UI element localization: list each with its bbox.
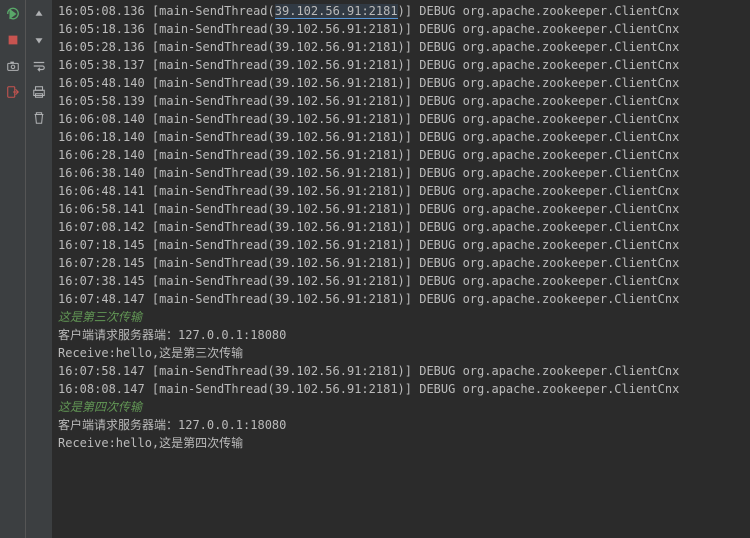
- rerun-icon: [6, 7, 20, 21]
- rerun-button[interactable]: [3, 4, 23, 24]
- log-line: 16:06:38.140 [main-SendThread(39.102.56.…: [58, 164, 744, 182]
- log-line: 16:07:58.147 [main-SendThread(39.102.56.…: [58, 362, 744, 380]
- wrap-icon: [32, 59, 46, 73]
- toolbar-secondary: [26, 0, 52, 538]
- log-line: 16:05:28.136 [main-SendThread(39.102.56.…: [58, 38, 744, 56]
- clear-button[interactable]: [29, 108, 49, 128]
- down-icon: [32, 33, 46, 47]
- up-icon: [32, 7, 46, 21]
- log-line: 16:06:18.140 [main-SendThread(39.102.56.…: [58, 128, 744, 146]
- log-line: 16:07:38.145 [main-SendThread(39.102.56.…: [58, 272, 744, 290]
- output-green-1: 这是第三次传输: [58, 308, 744, 326]
- log-line: 16:07:18.145 [main-SendThread(39.102.56.…: [58, 236, 744, 254]
- output-client-2: 客户端请求服务器端：127.0.0.1:18080: [58, 416, 744, 434]
- camera-button[interactable]: [3, 56, 23, 76]
- soft-wrap-button[interactable]: [29, 56, 49, 76]
- scroll-down-button[interactable]: [29, 30, 49, 50]
- output-receive-1: Receive:hello,这是第三次传输: [58, 344, 744, 362]
- print-icon: [32, 85, 46, 99]
- log-line: 16:06:08.140 [main-SendThread(39.102.56.…: [58, 110, 744, 128]
- log-line: 16:06:58.141 [main-SendThread(39.102.56.…: [58, 200, 744, 218]
- highlighted-ip: 39.102.56.91:2181: [275, 4, 398, 19]
- log-line: 16:07:08.142 [main-SendThread(39.102.56.…: [58, 218, 744, 236]
- console-output[interactable]: 16:05:08.136 [main-SendThread(39.102.56.…: [52, 0, 750, 538]
- toolbar-left: [0, 0, 26, 538]
- exit-button[interactable]: [3, 82, 23, 102]
- log-line: 16:05:48.140 [main-SendThread(39.102.56.…: [58, 74, 744, 92]
- log-line: 16:05:18.136 [main-SendThread(39.102.56.…: [58, 20, 744, 38]
- log-line: 16:07:28.145 [main-SendThread(39.102.56.…: [58, 254, 744, 272]
- output-green-2: 这是第四次传输: [58, 398, 744, 416]
- log-line-partial: 16:05:08.136 [main-SendThread(39.102.56.…: [58, 2, 744, 20]
- log-line: 16:06:28.140 [main-SendThread(39.102.56.…: [58, 146, 744, 164]
- log-line: 16:06:48.141 [main-SendThread(39.102.56.…: [58, 182, 744, 200]
- trash-icon: [32, 111, 46, 125]
- log-line: 16:08:08.147 [main-SendThread(39.102.56.…: [58, 380, 744, 398]
- exit-icon: [6, 85, 20, 99]
- output-receive-2: Receive:hello,这是第四次传输: [58, 434, 744, 452]
- log-line: 16:05:38.137 [main-SendThread(39.102.56.…: [58, 56, 744, 74]
- stop-icon: [6, 33, 20, 47]
- output-client-1: 客户端请求服务器端：127.0.0.1:18080: [58, 326, 744, 344]
- scroll-up-button[interactable]: [29, 4, 49, 24]
- print-button[interactable]: [29, 82, 49, 102]
- camera-icon: [6, 59, 20, 73]
- stop-button[interactable]: [3, 30, 23, 50]
- log-line: 16:05:58.139 [main-SendThread(39.102.56.…: [58, 92, 744, 110]
- log-line: 16:07:48.147 [main-SendThread(39.102.56.…: [58, 290, 744, 308]
